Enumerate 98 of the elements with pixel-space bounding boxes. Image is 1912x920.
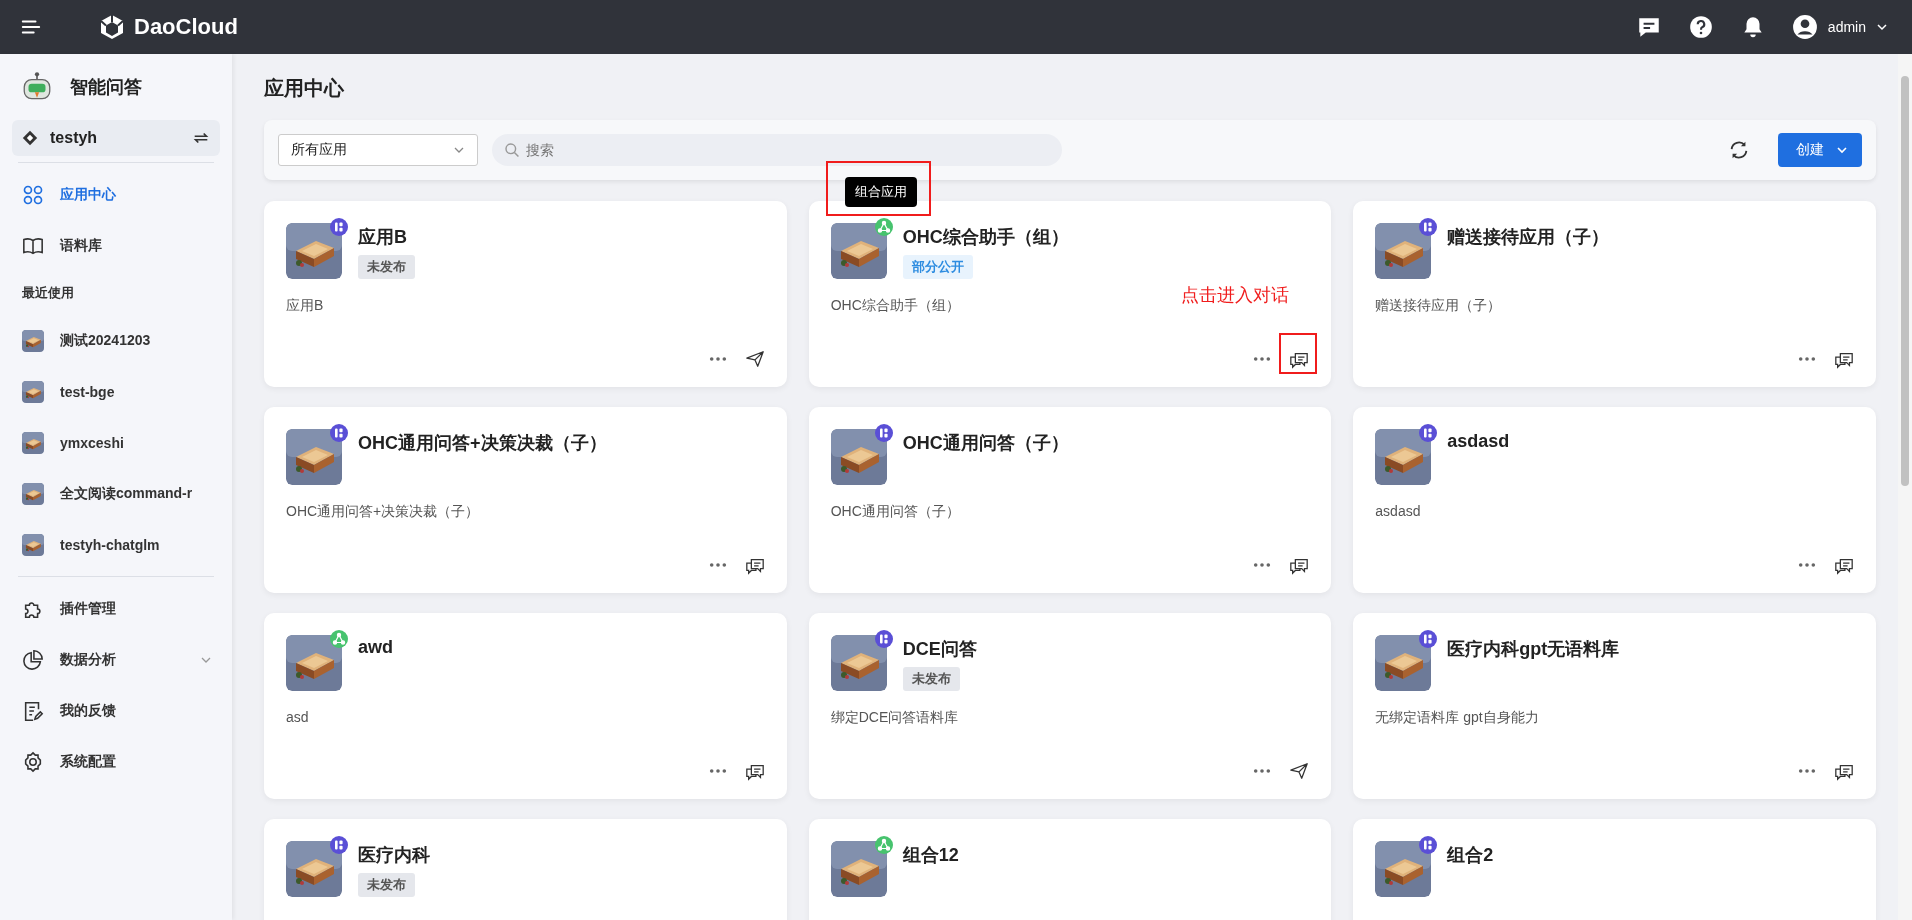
user-menu[interactable]: admin [1791,14,1888,40]
search-icon [504,142,520,158]
app-type-badge [1419,218,1438,236]
nav-item[interactable]: 插件管理 [12,583,220,634]
app-description: asdasd [1375,503,1421,519]
app-name: 医疗内科 [358,844,430,867]
app-type-badge [1419,630,1438,648]
app-card[interactable]: 医疗内科 未发布 [264,819,787,920]
nav-item[interactable]: 我的反馈 [12,685,220,736]
app-name: OHC通用问答（子） [902,432,1069,455]
nav-item[interactable]: 应用中心 [12,169,220,220]
nav-item[interactable]: 数据分析 [12,634,220,685]
app-name: DCE问答 [902,638,977,661]
app-description: 绑定DCE问答语料库 [830,709,959,727]
more-icon[interactable] [1798,356,1816,362]
more-icon[interactable] [1253,562,1272,568]
workspace-name: testyh [50,129,99,147]
app-name: awd [358,637,393,658]
app-card[interactable]: DCE问答 未发布 绑定DCE问答语料库 [808,613,1332,799]
app-description: asd [286,709,309,725]
app-name: 医疗内科gpt无语料库 [1447,638,1620,661]
section-heading: 最近使用 [21,284,75,302]
app-card[interactable]: OHC通用问答+决策决裁（子） OHC通用问答+决策决裁（子） [264,407,787,593]
app-card[interactable]: 医疗内科gpt无语料库 无绑定语料库 gpt自身能力 [1353,613,1876,799]
more-icon[interactable] [708,768,727,774]
combo-app-badge [330,630,348,648]
app-card[interactable]: asdasd asdasd [1353,407,1876,593]
nav-item[interactable]: 系统配置 [12,736,220,787]
app-type-badge [330,836,348,854]
search-field[interactable]: 搜索 [492,134,1062,166]
app-description: OHC通用问答（子） [830,503,960,521]
app-type-badge [330,424,348,442]
app-name: OHC综合助手（组） [902,226,1069,249]
chevron-down-icon [1836,144,1848,156]
app-name: OHC通用问答+决策决裁（子） [358,432,607,455]
annotation-text: 点击进入对话 [1181,284,1290,307]
app-type-badge [1419,836,1438,854]
send-icon[interactable] [744,349,765,369]
app-name: asdasd [1447,431,1510,452]
app-card[interactable]: 组合2 [1353,819,1876,920]
app-type-badge [330,218,348,236]
app-card[interactable]: awd asd [264,613,787,799]
more-icon[interactable] [1798,768,1816,774]
status-tag: 未发布 [358,873,415,897]
app-description: OHC综合助手（组） [830,297,960,315]
more-icon[interactable] [1253,768,1272,774]
combo-app-badge [874,836,893,854]
app-description: OHC通用问答+决策决裁（子） [286,503,480,521]
combo-app-badge [874,218,893,236]
grid-icon [22,183,44,206]
app-name: 赠送接待应用（子） [1447,226,1610,249]
app-description: 赠送接待应用（子） [1375,297,1502,315]
user-name: admin [1827,19,1866,35]
app-card[interactable]: 应用B 未发布 应用B [264,201,787,387]
avatar-icon [1791,14,1818,40]
app-name: 组合2 [1447,844,1494,867]
send-icon[interactable] [1289,761,1310,781]
app-type-badge [874,630,893,648]
scroll-thumb[interactable] [1901,76,1909,486]
more-icon[interactable] [1798,562,1816,568]
tooltip: 组合应用 [844,177,917,207]
more-icon[interactable] [1253,356,1272,362]
refresh-icon[interactable] [1728,139,1750,161]
status-tag: 未发布 [902,667,960,691]
recent-item[interactable]: testyh-chatglm [12,519,220,570]
status-tag: 未发布 [358,255,415,279]
recent-item[interactable]: test-bge [12,366,220,417]
more-icon[interactable] [708,562,727,568]
app-name: 应用B [358,226,407,249]
scrollbar[interactable] [1898,54,1912,920]
logo[interactable]: DaoCloud [98,13,238,41]
app-type-badge [1419,424,1438,442]
app-card[interactable]: OHC通用问答（子） OHC通用问答（子） [808,407,1332,593]
feedback-icon [22,699,44,722]
cube-logo-icon [98,13,126,41]
recent-item[interactable]: ymxceshi [12,417,220,468]
pie-chart-icon [22,648,44,671]
app-card[interactable]: 组合12 [808,819,1332,920]
app-name: 组合12 [902,844,959,867]
recent-item[interactable]: 测试20241203 [12,315,220,366]
logo-text: DaoCloud [134,14,238,40]
help-icon[interactable] [1687,14,1714,40]
workspace-icon [22,130,38,146]
more-icon[interactable] [708,356,727,362]
settings-icon [22,750,44,773]
app-description: 无绑定语料库 gpt自身能力 [1375,709,1539,727]
app-description: 应用B [286,297,324,315]
app-type-badge [874,424,893,442]
nav-item[interactable]: 语料库 [12,220,220,271]
status-tag: 部分公开 [902,255,973,279]
page-title: 应用中心 [264,76,345,101]
recent-item[interactable]: 全文阅读command-r [12,468,220,519]
app-title: 智能问答 [70,76,142,99]
chevron-down-icon [1876,21,1888,33]
filter-select[interactable]: 所有应用 [278,134,478,166]
workspace-switcher[interactable]: testyh [12,120,220,156]
create-button[interactable]: 创建 [1778,133,1862,167]
app-card[interactable]: 赠送接待应用（子） 赠送接待应用（子） [1353,201,1876,387]
